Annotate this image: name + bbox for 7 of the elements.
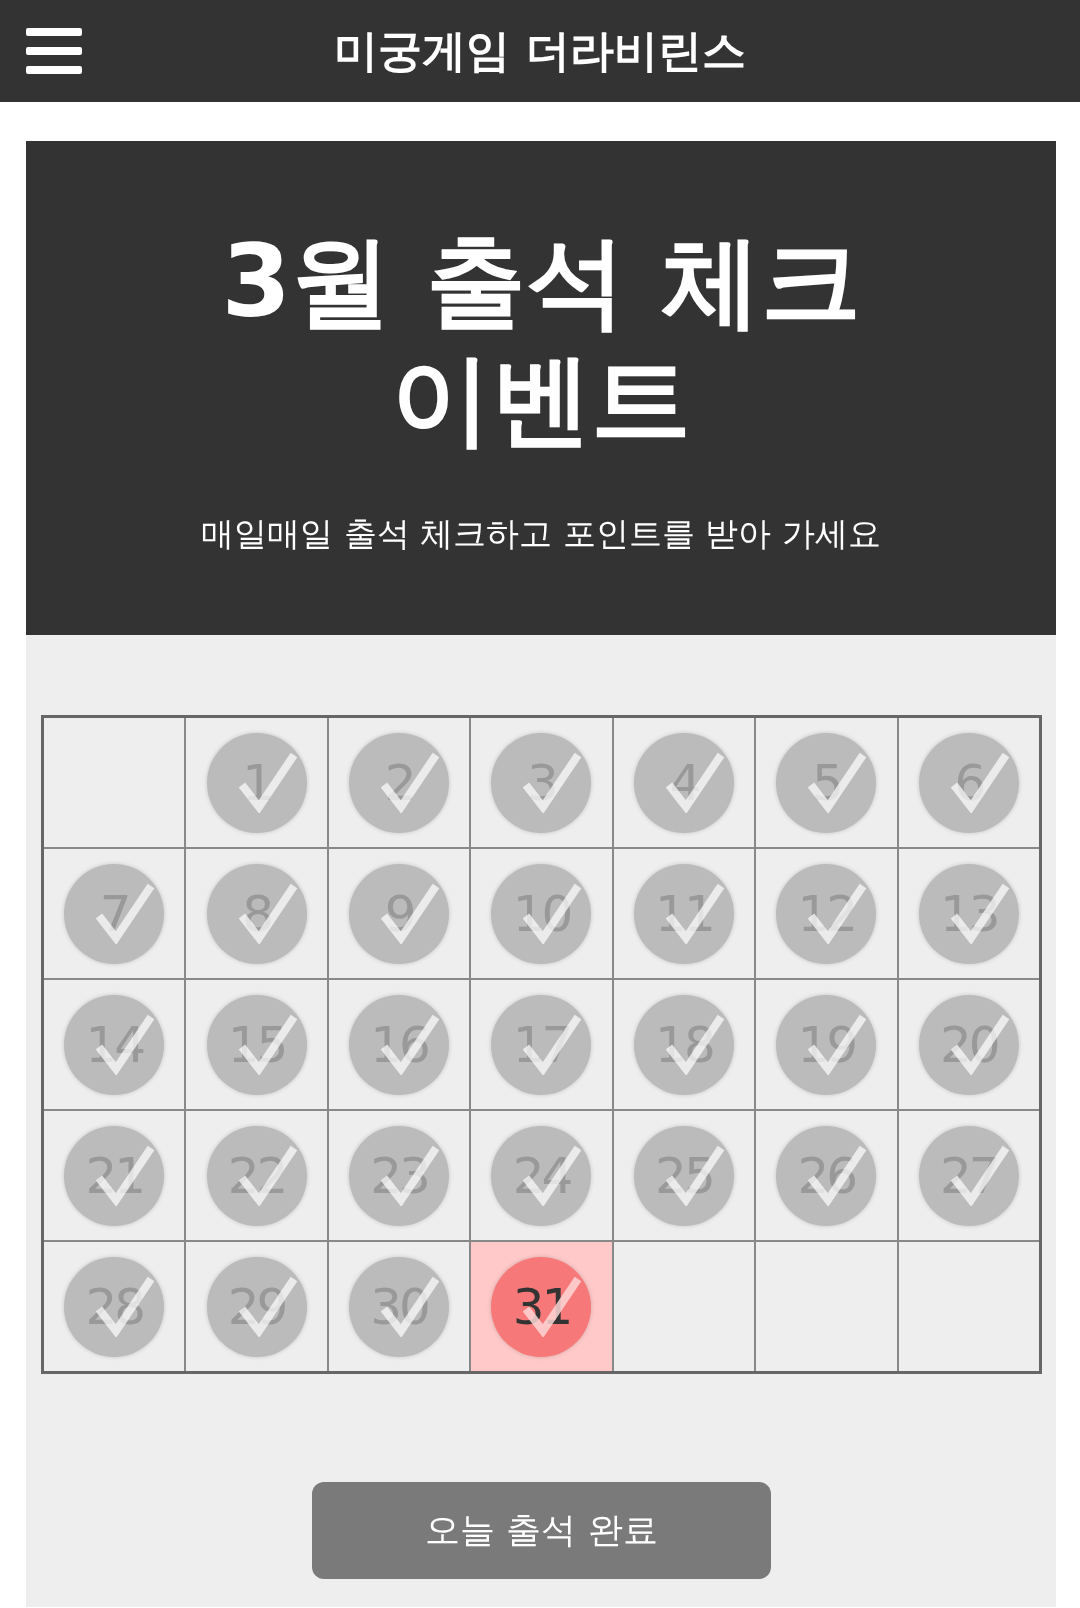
menu-button[interactable]	[26, 27, 82, 75]
event-subtitle: 매일매일 출석 체크하고 포인트를 받아 가세요	[201, 513, 881, 555]
attendance-done-button[interactable]: 오늘 출석 완료	[312, 1482, 771, 1579]
day-number: 31	[512, 1281, 571, 1332]
app-title: 미궁게임 더라비린스	[333, 24, 747, 78]
event-title: 3월 출석 체크 이벤트	[221, 223, 861, 459]
menu-icon	[26, 27, 82, 75]
